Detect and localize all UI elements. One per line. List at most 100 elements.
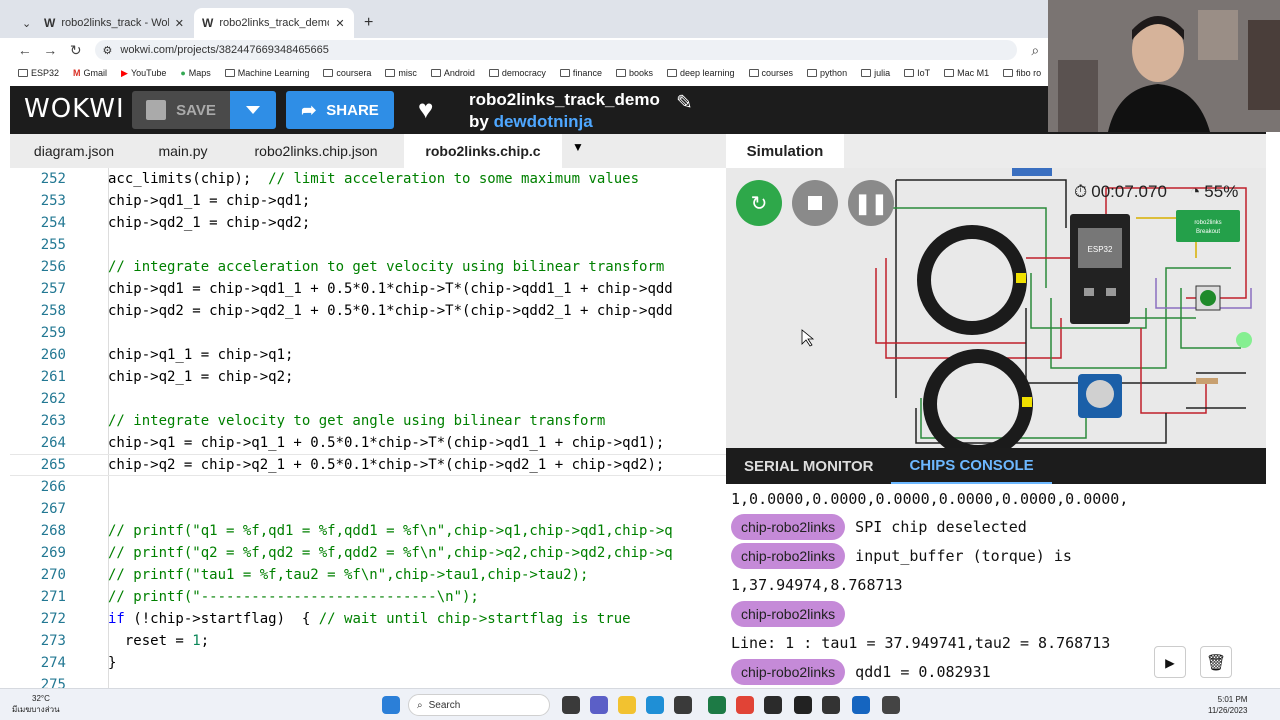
zoom-icon[interactable]: ⌕ xyxy=(1023,42,1049,59)
code-line[interactable]: 256 // integrate acceleration to get velo… xyxy=(10,256,726,278)
new-tab-button[interactable]: + xyxy=(356,8,376,38)
photos-icon[interactable] xyxy=(852,696,870,714)
code-line[interactable]: 265 chip->q2 = chip->q2_1 + 0.5*0.1*chip-… xyxy=(10,454,726,476)
reload-icon[interactable]: ↻ xyxy=(63,42,89,59)
code-line[interactable]: 271 // printf("--------------------------… xyxy=(10,586,726,608)
bookmark-misc[interactable]: misc xyxy=(385,68,417,78)
author-link[interactable]: dewdotninja xyxy=(494,112,593,131)
next-app-icon[interactable] xyxy=(794,696,812,714)
chips-console-output[interactable]: chip-robo2links qdd1 = 0.082931 Line: 1 : … xyxy=(726,484,1266,688)
console-text: input_buffer (torque) is xyxy=(855,547,1072,565)
excel-icon[interactable] xyxy=(708,696,726,714)
code-line[interactable]: 270 // printf("tau1 = %f,tau2 = %f\n",chi… xyxy=(10,564,726,586)
code-line[interactable]: 255 xyxy=(10,234,726,256)
bookmark-deep-learning[interactable]: deep learning xyxy=(666,68,735,78)
simulation-pane: Simulation ESP32 robo2links Breakout ↻ ❚… xyxy=(726,134,1266,688)
code-line[interactable]: 259 xyxy=(10,322,726,344)
code-line[interactable]: 273 reset = 1; xyxy=(10,630,726,652)
edit-title-icon[interactable]: ✎ xyxy=(676,90,693,115)
bookmark-iot[interactable]: IoT xyxy=(904,68,930,78)
chat-icon[interactable] xyxy=(590,696,608,714)
close-icon[interactable]: ✕ xyxy=(335,17,344,30)
restart-button[interactable]: ↻ xyxy=(736,180,782,226)
code-line[interactable]: 275 xyxy=(10,674,726,688)
code-line[interactable]: 268 // printf("q1 = %f,qd1 = %f,qdd1 = %f… xyxy=(10,520,726,542)
tab-serial-monitor[interactable]: SERIAL MONITOR xyxy=(726,448,891,484)
bookmark-youtube[interactable]: ▶ YouTube xyxy=(121,68,166,79)
code-line[interactable]: 254 chip->qd2_1 = chip->qd2; xyxy=(10,212,726,234)
code-segment: acc_limits(chip); xyxy=(108,171,269,187)
chip-badge: chip-robo2links xyxy=(731,601,846,627)
wokwi-logo[interactable]: WOKWI xyxy=(24,94,125,124)
bookmark-mac-m1[interactable]: Mac M1 xyxy=(944,68,989,78)
forward-icon[interactable]: → xyxy=(38,42,64,58)
code-line[interactable]: 261 chip->q2_1 = chip->q2; xyxy=(10,366,726,388)
line-number: 253 xyxy=(40,193,66,209)
bookmark-android[interactable]: Android xyxy=(430,68,475,78)
back-icon[interactable]: ← xyxy=(12,42,38,58)
code-line[interactable]: 253 chip->qd1_1 = chip->qd1; xyxy=(10,190,726,212)
bookmark-maps[interactable]: ● Maps xyxy=(180,68,210,78)
stop-button[interactable] xyxy=(792,180,838,226)
taskbar-clock[interactable]: 5:01 PM 11/26/2023 xyxy=(1208,694,1247,716)
close-icon[interactable]: ✕ xyxy=(175,17,184,30)
code-line[interactable]: 269 // printf("q2 = %f,qd2 = %f,qdd2 = %f… xyxy=(10,542,726,564)
trash-icon[interactable]: 🗑 xyxy=(1200,646,1232,678)
browser-tab-1[interactable]: W robo2links_track - Wokwi ESP32 ✕ xyxy=(36,8,192,38)
bookmark-machine-learning[interactable]: Machine Learning xyxy=(224,68,309,78)
app-icon[interactable] xyxy=(764,696,782,714)
simulation-canvas[interactable]: ESP32 robo2links Breakout ↻ ❚❚ ⏱ 00:07.0… xyxy=(726,168,1266,448)
play-icon[interactable]: ▶ xyxy=(1154,646,1186,678)
save-dropdown-button[interactable] xyxy=(230,91,276,129)
tab-chip-c[interactable]: robo2links.chip.c xyxy=(404,134,562,168)
bookmark-esp32[interactable]: ESP32 xyxy=(18,68,59,78)
code-line[interactable]: 264 chip->q1 = chip->q1_1 + 0.5*0.1*chip-… xyxy=(10,432,726,454)
edge-icon[interactable] xyxy=(646,696,664,714)
windows-start-icon[interactable] xyxy=(382,696,400,714)
share-button[interactable]: ➦ SHARE xyxy=(286,91,394,129)
task-view-icon[interactable] xyxy=(562,696,580,714)
site-info-icon[interactable]: ⚙ xyxy=(103,44,113,57)
code-line[interactable]: 252 acc_limits(chip); // limit accelerati… xyxy=(10,168,726,190)
bookmark-python[interactable]: python xyxy=(807,68,847,78)
bookmark-democracy[interactable]: democracy xyxy=(488,68,546,78)
url-field[interactable]: ⚙ wokwi.com/projects/382447669348465665 xyxy=(94,40,1017,60)
bookmark-courses[interactable]: courses xyxy=(748,68,793,78)
tab-chips-console[interactable]: CHIPS CONSOLE xyxy=(891,448,1052,484)
pause-button[interactable]: ❚❚ xyxy=(848,180,894,226)
code-line[interactable]: 258 chip->qd2 = chip->qd2_1 + 0.5*0.1*chi… xyxy=(10,300,726,322)
code-editor[interactable]: 252 acc_limits(chip); // limit accelerati… xyxy=(10,168,726,688)
code-line[interactable]: 263 // integrate velocity to get angle us… xyxy=(10,410,726,432)
breakout-board[interactable] xyxy=(1176,210,1240,242)
code-line[interactable]: 260 chip->q1_1 = chip->q1; xyxy=(10,344,726,366)
tab-list-button[interactable]: ⌄ xyxy=(14,8,36,38)
bookmark-books[interactable]: books xyxy=(615,68,653,78)
terminal-icon[interactable] xyxy=(822,696,840,714)
wokwi-favicon-icon: W xyxy=(202,16,214,30)
tab-diagram-json[interactable]: diagram.json xyxy=(10,134,138,168)
weather-widget[interactable]: 32°C มีเมฆบางส่วน xyxy=(12,693,60,715)
app2-icon[interactable] xyxy=(882,696,900,714)
bookmark-coursera[interactable]: coursera xyxy=(323,68,371,78)
heart-icon[interactable]: ♥ xyxy=(418,94,433,125)
bookmark-gmail[interactable]: M Gmail xyxy=(73,68,107,78)
code-line[interactable]: 272 if (!chip->startflag) { // wait until… xyxy=(10,608,726,630)
code-line[interactable]: 267 xyxy=(10,498,726,520)
browser-tab-2[interactable]: W robo2links_track_demo - Wokwi ✕ xyxy=(194,8,354,38)
file-menu-caret-icon[interactable]: ▼ xyxy=(572,140,584,154)
tab-chip-json[interactable]: robo2links.chip.json xyxy=(228,134,404,168)
bookmark-finance[interactable]: finance xyxy=(559,68,602,78)
bookmark-julia[interactable]: julia xyxy=(861,68,890,78)
tab-main-py[interactable]: main.py xyxy=(138,134,228,168)
file-explorer-icon[interactable] xyxy=(618,696,636,714)
code-line[interactable]: 274} xyxy=(10,652,726,674)
bookmark-fibo[interactable]: fibo ro xyxy=(1003,68,1041,78)
tab-simulation[interactable]: Simulation xyxy=(726,134,844,168)
taskbar-search[interactable]: ⌕ Search xyxy=(408,694,550,716)
code-line[interactable]: 266 xyxy=(10,476,726,498)
code-line[interactable]: 262 xyxy=(10,388,726,410)
chrome-icon[interactable] xyxy=(736,696,754,714)
save-button[interactable]: SAVE xyxy=(132,91,230,129)
store-icon[interactable] xyxy=(674,696,692,714)
code-line[interactable]: 257 chip->qd1 = chip->qd1_1 + 0.5*0.1*chi… xyxy=(10,278,726,300)
